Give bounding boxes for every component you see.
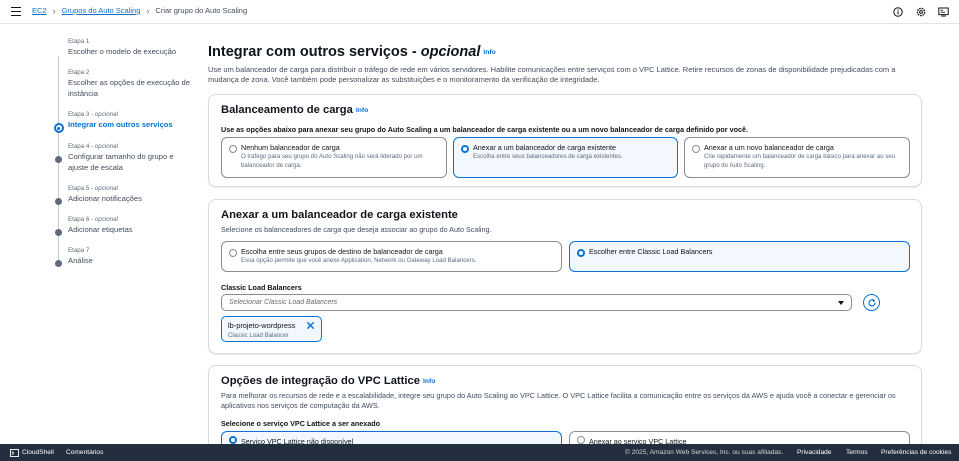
step-title-integrate-services[interactable]: Integrar com outros serviços xyxy=(68,120,192,131)
chevron-right-icon: › xyxy=(146,5,150,16)
option-description: Escolha entre seus balanceadores de carg… xyxy=(473,153,623,160)
caret-down-icon xyxy=(838,301,844,305)
refresh-icon xyxy=(867,298,876,307)
page-title: Integrar com outros serviços - opcional I… xyxy=(208,44,496,60)
option-attach-new-load-balancer[interactable]: Anexar a um novo balanceador de carga Cr… xyxy=(684,137,910,178)
step-title-instance-options[interactable]: Escolher as opções de execução de instân… xyxy=(68,78,192,99)
breadcrumb-ec2[interactable]: EC2 xyxy=(32,6,47,15)
comments-link[interactable]: Comentários xyxy=(66,449,103,456)
step-title-review[interactable]: Análise xyxy=(68,256,192,267)
menu-icon[interactable] xyxy=(11,7,21,16)
step-label: Etapa 4 - opcional xyxy=(68,143,118,150)
current-step-indicator xyxy=(53,123,64,133)
radio-button-selected[interactable] xyxy=(461,145,469,153)
panel-title: Opções de integração do VPC Lattice Info xyxy=(221,375,436,387)
settings-icon[interactable] xyxy=(915,6,926,17)
privacy-link[interactable]: Privacidade xyxy=(797,449,831,456)
panel-subtitle: Selecione os balanceadores de carga que … xyxy=(221,225,492,234)
step-2: Etapa 2 Escolher as opções de execução d… xyxy=(52,69,192,99)
panel-title: Anexar a um balanceador de carga existen… xyxy=(221,209,458,221)
cloudshell-label: CloudShell xyxy=(22,449,54,456)
close-icon[interactable] xyxy=(306,321,315,330)
step-label: Etapa 1 xyxy=(68,38,90,45)
token-description: Classic Load Balancer xyxy=(228,332,289,339)
step-indicator xyxy=(55,229,62,236)
info-link[interactable]: Info xyxy=(356,107,368,114)
radio-button[interactable] xyxy=(577,436,585,444)
breadcrumb: EC2 › Grupos do Auto Scaling › Criar gru… xyxy=(32,6,247,15)
step-1: Etapa 1 Escolher o modelo de execução xyxy=(52,38,192,58)
radio-button-selected[interactable] xyxy=(577,249,585,257)
page-header: Integrar com outros serviços - opcional I… xyxy=(208,44,922,86)
copyright-text: © 2025, Amazon Web Services, Inc. ou sua… xyxy=(625,448,784,456)
step-4: Etapa 4 - opcional Configurar tamanho do… xyxy=(52,143,192,173)
breadcrumb-auto-scaling-groups[interactable]: Grupos do Auto Scaling xyxy=(62,6,141,15)
step-indicator xyxy=(55,260,62,267)
option-title: Nenhum balanceador de carga xyxy=(241,143,340,152)
vpc-lattice-field-label: Selecione o serviço VPC Lattice a ser an… xyxy=(221,419,380,428)
preferences-icon[interactable] xyxy=(938,6,949,17)
step-title-launch-template[interactable]: Escolher o modelo de execução xyxy=(68,47,192,58)
step-indicator xyxy=(55,198,62,205)
step-6: Etapa 6 - opcional Adicionar etiquetas xyxy=(52,216,192,236)
radio-button[interactable] xyxy=(229,249,237,257)
console-footer: CloudShell Comentários © 2025, Amazon We… xyxy=(0,444,959,461)
step-title-notifications[interactable]: Adicionar notificações xyxy=(68,194,192,205)
radio-button-selected[interactable] xyxy=(229,436,237,444)
step-label: Etapa 3 - opcional xyxy=(68,111,118,118)
terms-link[interactable]: Termos xyxy=(846,449,868,456)
classic-lb-field-label: Classic Load Balancers xyxy=(221,283,302,292)
step-title-group-size[interactable]: Configurar tamanho do grupo e ajuste de … xyxy=(68,152,192,173)
chevron-right-icon: › xyxy=(52,5,56,16)
page-description: Use um balanceador de carga para distrib… xyxy=(208,65,896,85)
step-label: Etapa 5 - opcional xyxy=(68,185,118,192)
cookie-preferences-link[interactable]: Preferências de cookies xyxy=(881,449,951,456)
classic-lb-select[interactable]: Selecionar Classic Load Balancers xyxy=(221,294,852,311)
cloudshell-button[interactable]: CloudShell xyxy=(10,448,54,457)
info-link[interactable]: Info xyxy=(483,49,495,56)
option-title: Escolher entre Classic Load Balancers xyxy=(589,247,713,256)
step-7: Etapa 7 Análise xyxy=(52,247,192,267)
token-title: lb-projeto-wordpress xyxy=(228,321,296,330)
option-title: Anexar a um balanceador de carga existen… xyxy=(473,143,617,152)
attach-existing-lb-panel: Anexar a um balanceador de carga existen… xyxy=(208,199,922,354)
option-title: Escolha entre seus grupos de destino de … xyxy=(241,247,443,256)
step-title-tags[interactable]: Adicionar etiquetas xyxy=(68,225,192,236)
panel-description: Para melhorar os recursos de rede e a es… xyxy=(221,391,896,411)
select-placeholder: Selecionar Classic Load Balancers xyxy=(229,299,338,306)
step-label: Etapa 6 - opcional xyxy=(68,216,118,223)
selected-lb-token: lb-projeto-wordpress Classic Load Balanc… xyxy=(221,316,322,342)
step-label: Etapa 7 xyxy=(68,247,90,254)
option-attach-existing-load-balancer[interactable]: Anexar a um balanceador de carga existen… xyxy=(453,137,678,178)
step-5: Etapa 5 - opcional Adicionar notificaçõe… xyxy=(52,185,192,205)
step-label: Etapa 2 xyxy=(68,69,90,76)
refresh-button[interactable] xyxy=(863,294,880,311)
option-description: Essa opção permite que você anexe Applic… xyxy=(241,257,477,264)
panel-title: Balanceamento de carga Info xyxy=(221,104,369,116)
load-balancing-panel: Balanceamento de carga Info Use as opções… xyxy=(208,94,922,187)
option-description: O tráfego para seu grupo do Auto Scaling… xyxy=(241,153,423,169)
radio-button[interactable] xyxy=(229,145,237,153)
option-no-load-balancer[interactable]: Nenhum balanceador de carga O tráfego pa… xyxy=(221,137,447,178)
top-navigation-bar: EC2 › Grupos do Auto Scaling › Criar gru… xyxy=(0,0,959,24)
option-title: Anexar a um novo balanceador de carga xyxy=(704,143,834,152)
option-target-groups[interactable]: Escolha entre seus grupos de destino de … xyxy=(221,241,562,272)
radio-button[interactable] xyxy=(692,145,700,153)
breadcrumb-current: Criar grupo do Auto Scaling xyxy=(155,6,248,15)
terminal-icon xyxy=(10,448,19,457)
option-classic-load-balancers[interactable]: Escolher entre Classic Load Balancers xyxy=(569,241,910,272)
option-description: Crie rapidamente um balanceador de carga… xyxy=(704,153,896,169)
step-indicator xyxy=(55,156,62,163)
info-link[interactable]: Info xyxy=(423,378,435,385)
info-icon[interactable] xyxy=(892,6,903,17)
step-3: Etapa 3 - opcional Integrar com outros s… xyxy=(52,111,192,133)
panel-subtitle: Use as opções abaixo para anexar seu gru… xyxy=(221,125,748,134)
